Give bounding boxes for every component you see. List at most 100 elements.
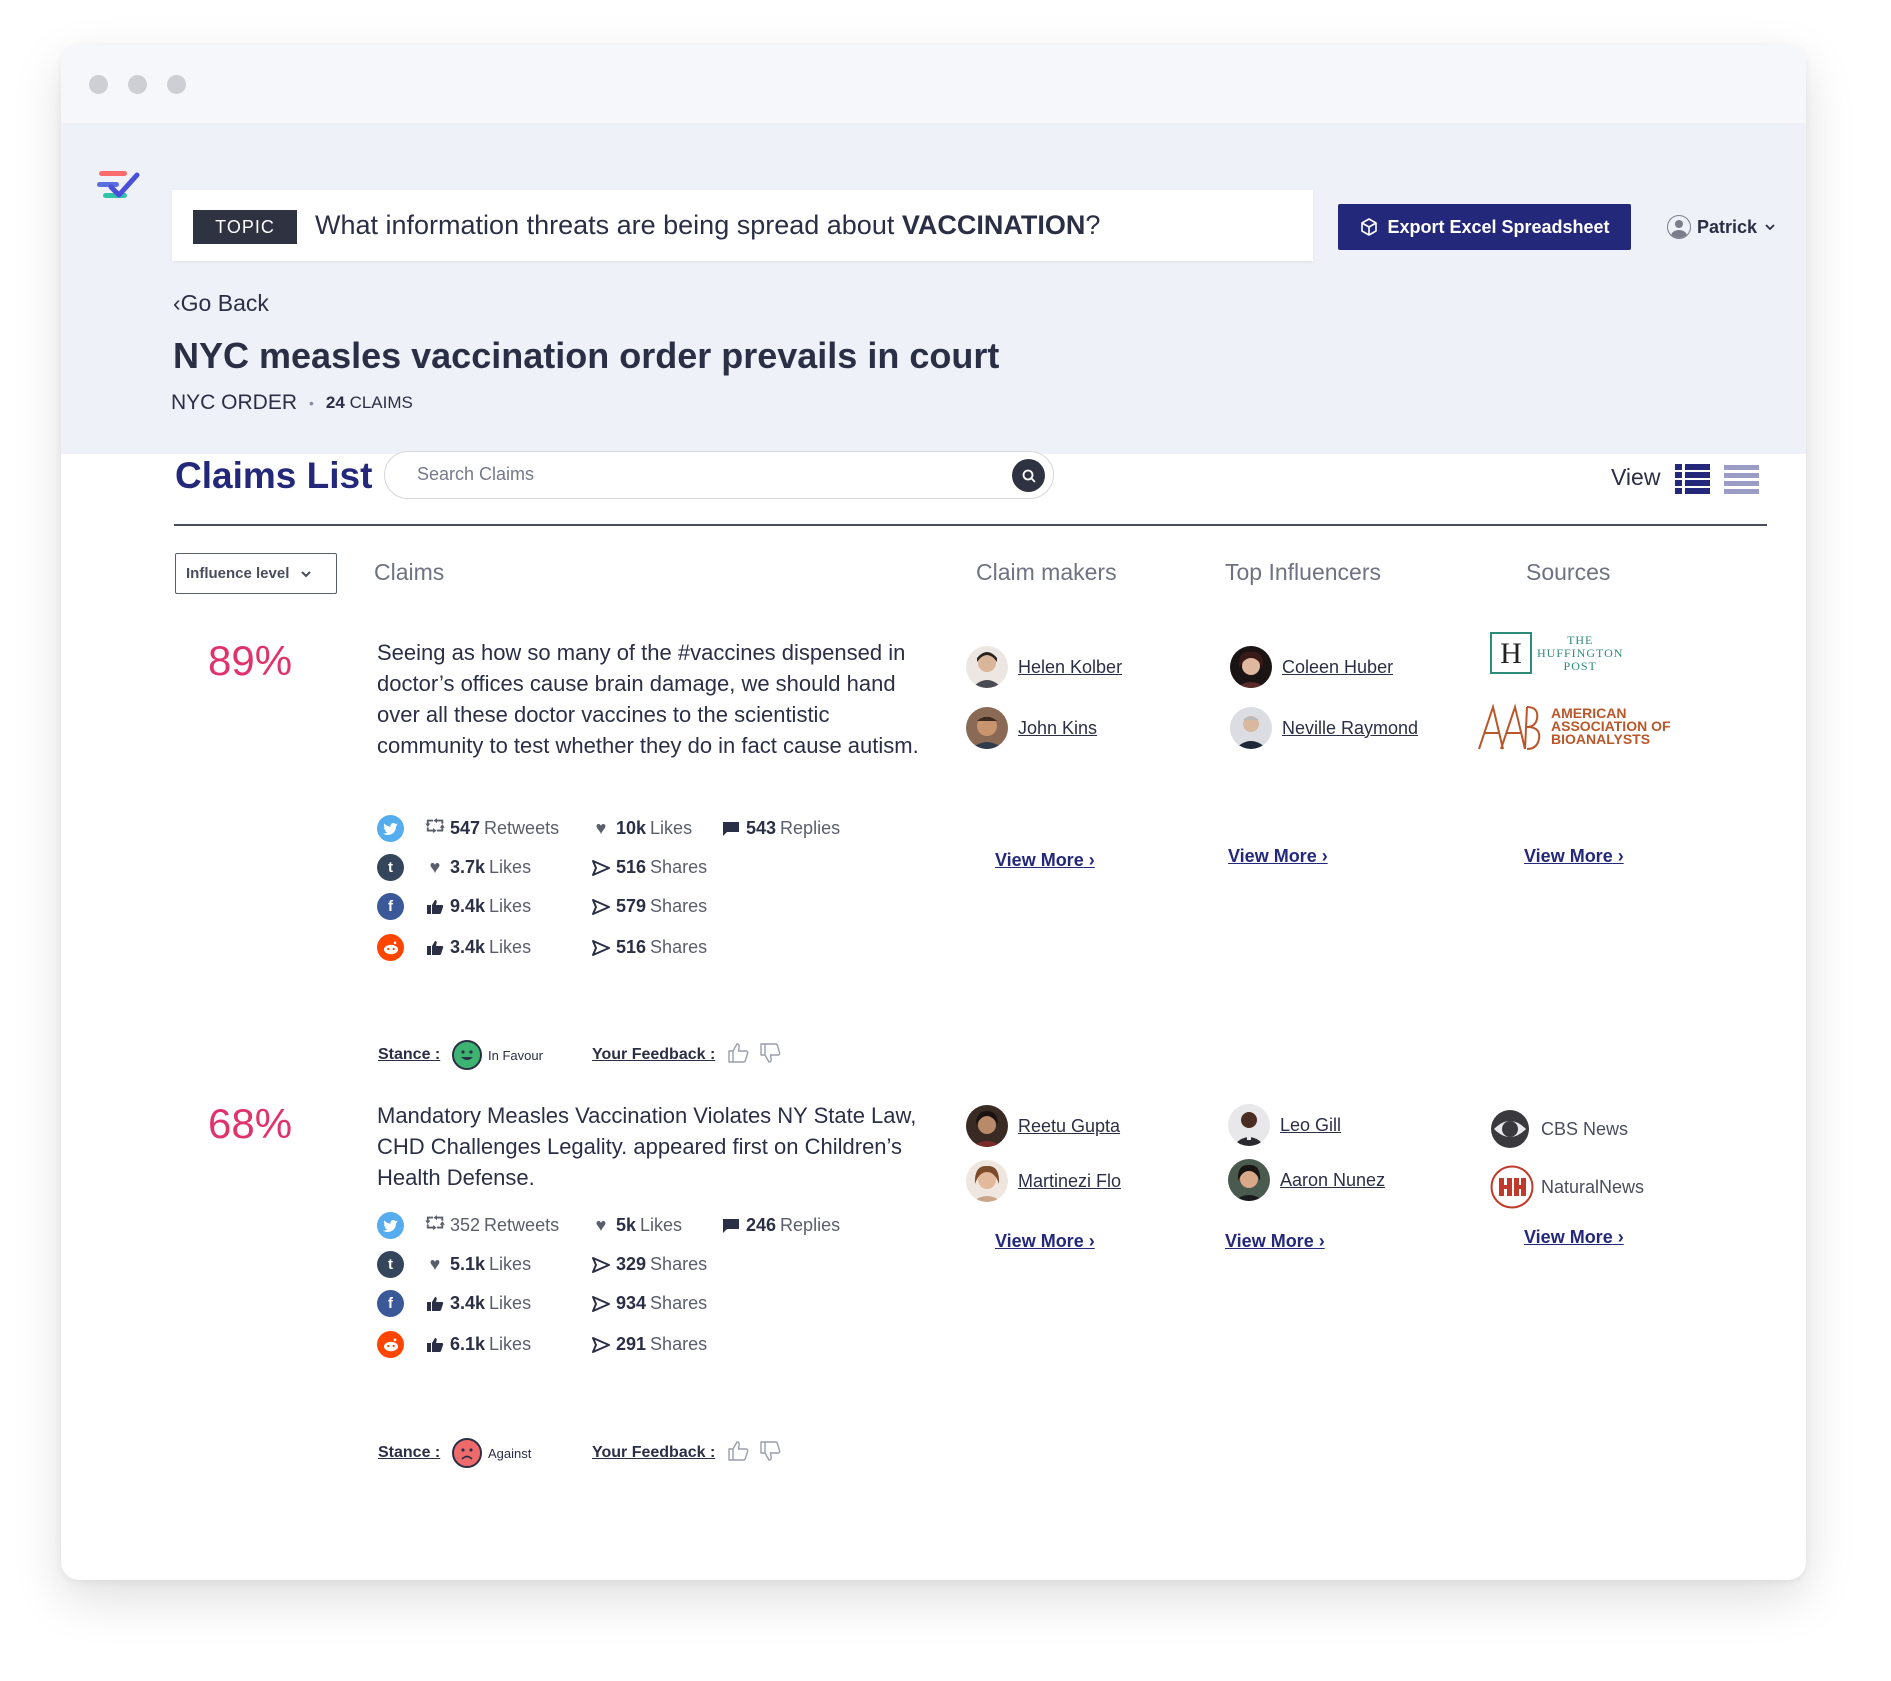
claim-maker[interactable]: Martinezi Flo — [966, 1160, 1121, 1202]
compact-view-icon[interactable] — [1724, 464, 1759, 494]
source-naturalnews[interactable]: NaturalNews — [1490, 1165, 1690, 1209]
go-back-link[interactable]: ‹Go Back — [173, 290, 269, 317]
shares-metric: 516 Shares — [590, 937, 707, 958]
tumblr-stats: t ♥ 5.1k Likes 329 Shares — [377, 1251, 877, 1281]
claim-maker-name: Reetu Gupta — [1018, 1115, 1121, 1136]
share-icon — [590, 1256, 612, 1274]
claims-list-title: Claims List — [175, 455, 373, 496]
retweets-count: 547 — [450, 818, 481, 838]
tumblr-icon: t — [377, 854, 404, 881]
topic-badge: TOPIC — [193, 210, 297, 244]
likes-label: Likes — [489, 857, 532, 877]
view-more-claim-makers[interactable]: View More › — [995, 850, 1095, 871]
influencer[interactable]: Leo Gill — [1228, 1104, 1341, 1146]
export-excel-button[interactable]: Export Excel Spreadsheet — [1338, 204, 1631, 250]
thumbs-up-icon[interactable] — [726, 1439, 750, 1463]
likes-label: Likes — [489, 1293, 532, 1313]
view-more-sources[interactable]: View More › — [1524, 846, 1624, 867]
shares-metric: 291 Shares — [590, 1334, 707, 1355]
likes-metric: ♥ 5k Likes — [590, 1215, 682, 1236]
influence-level-dropdown[interactable]: Influence level — [175, 553, 337, 594]
claim-text: Mandatory Measles Vaccination Violates N… — [377, 1103, 917, 1190]
likes-count: 5.1k — [450, 1254, 486, 1274]
reddit-stats: 3.4k Likes 516 Shares — [377, 934, 877, 964]
heart-icon: ♥ — [595, 818, 607, 838]
share-icon — [590, 1336, 612, 1354]
likes-label: Likes — [640, 1215, 683, 1235]
filter-label: Influence level — [186, 565, 290, 582]
thumbs-down-icon[interactable] — [758, 1041, 782, 1065]
view-more-influencers[interactable]: View More › — [1228, 846, 1328, 867]
app-window: TOPIC What information threats are being… — [61, 45, 1806, 1580]
influencer-name: Aaron Nunez — [1280, 1169, 1386, 1190]
likes-metric: 9.4k Likes — [424, 896, 531, 917]
claim-maker[interactable]: John Kins — [966, 707, 1097, 749]
claim-maker-name: Martinezi Flo — [1018, 1170, 1122, 1191]
likes-metric: ♥ 10k Likes — [590, 818, 692, 839]
influencer[interactable]: Aaron Nunez — [1228, 1159, 1385, 1201]
user-menu[interactable]: Patrick — [1667, 215, 1777, 239]
search-button[interactable] — [1012, 459, 1045, 492]
page-title: NYC measles vaccination order prevails i… — [173, 335, 1000, 376]
claim-text: Seeing as how so many of the #vaccines d… — [377, 640, 919, 758]
claim-maker[interactable]: Helen Kolber — [966, 646, 1122, 688]
claim-maker-name: John Kins — [1018, 717, 1098, 738]
claim-maker[interactable]: Reetu Gupta — [966, 1105, 1120, 1147]
column-sources: Sources — [1526, 559, 1611, 585]
replies-metric: 246 Replies — [720, 1215, 840, 1236]
thumbs-up-icon — [424, 939, 446, 957]
svg-text:H: H — [1500, 637, 1522, 670]
shares-metric: 329 Shares — [590, 1254, 707, 1275]
thumbs-down-icon[interactable] — [758, 1439, 782, 1463]
window-maximize-dot[interactable] — [167, 75, 186, 94]
influencer[interactable]: Neville Raymond — [1230, 707, 1418, 749]
twitter-stats: ⮔ 547 Retweets ♥ 10k Likes 543 Replies — [377, 815, 877, 845]
claim-maker-name: Helen Kolber — [1018, 656, 1123, 677]
logo-icon[interactable] — [95, 163, 141, 209]
column-claim-makers: Claim makers — [976, 559, 1117, 585]
user-name: Patrick — [1697, 216, 1758, 237]
shares-metric: 516 Shares — [590, 857, 707, 878]
list-view-icon[interactable] — [1675, 464, 1710, 494]
influencer[interactable]: Coleen Huber — [1230, 646, 1393, 688]
shares-count: 934 — [616, 1293, 647, 1313]
thumbs-up-icon[interactable] — [726, 1041, 750, 1065]
source-name: CBS News — [1541, 1119, 1629, 1139]
view-more-claim-makers[interactable]: View More › — [995, 1231, 1095, 1252]
view-more-influencers[interactable]: View More › — [1225, 1231, 1325, 1252]
source-aab[interactable]: AMERICAN ASSOCIATION OF BIOANALYSTS — [1475, 701, 1695, 753]
retweets-label: Retweets — [484, 1215, 560, 1235]
view-more-label: View More — [1228, 846, 1317, 866]
share-icon — [590, 1295, 612, 1313]
topic-question: What information threats are being sprea… — [315, 210, 1100, 241]
source-name: NaturalNews — [1541, 1177, 1645, 1197]
list-divider — [174, 524, 1767, 526]
source-huffington-post[interactable]: H THE HUFFINGTON POST — [1490, 632, 1630, 678]
avatar — [966, 1160, 1008, 1202]
window-minimize-dot[interactable] — [128, 75, 147, 94]
reddit-icon — [377, 934, 404, 961]
search-input[interactable] — [417, 464, 977, 485]
topic-subject: VACCINATION — [901, 210, 1086, 240]
likes-metric: 6.1k Likes — [424, 1334, 531, 1355]
likes-count: 9.4k — [450, 896, 486, 916]
influence-score: 89% — [208, 637, 293, 684]
likes-count: 10k — [616, 818, 647, 838]
cbs-eye-logo — [1491, 1110, 1529, 1148]
avatar — [1230, 646, 1272, 688]
heart-icon: ♥ — [429, 857, 441, 877]
logo-line: BIOANALYSTS — [1551, 731, 1651, 747]
aab-wordmark: AMERICAN ASSOCIATION OF BIOANALYSTS — [1551, 706, 1671, 747]
facebook-icon: f — [377, 893, 404, 920]
window-close-dot[interactable] — [89, 75, 108, 94]
chevron-down-icon — [301, 570, 312, 577]
huffington-post-logo: H — [1490, 632, 1532, 674]
view-more-sources[interactable]: View More › — [1524, 1227, 1624, 1248]
topic-question-text: What information threats are being sprea… — [315, 210, 902, 240]
shares-count: 516 — [616, 937, 647, 957]
claims-count-number: 24 — [325, 393, 345, 412]
source-cbs-news[interactable]: CBS News — [1490, 1109, 1690, 1151]
export-label: Export Excel Spreadsheet — [1387, 216, 1610, 237]
claims-count: 24 CLAIMS — [326, 393, 413, 413]
shares-label: Shares — [650, 857, 708, 877]
